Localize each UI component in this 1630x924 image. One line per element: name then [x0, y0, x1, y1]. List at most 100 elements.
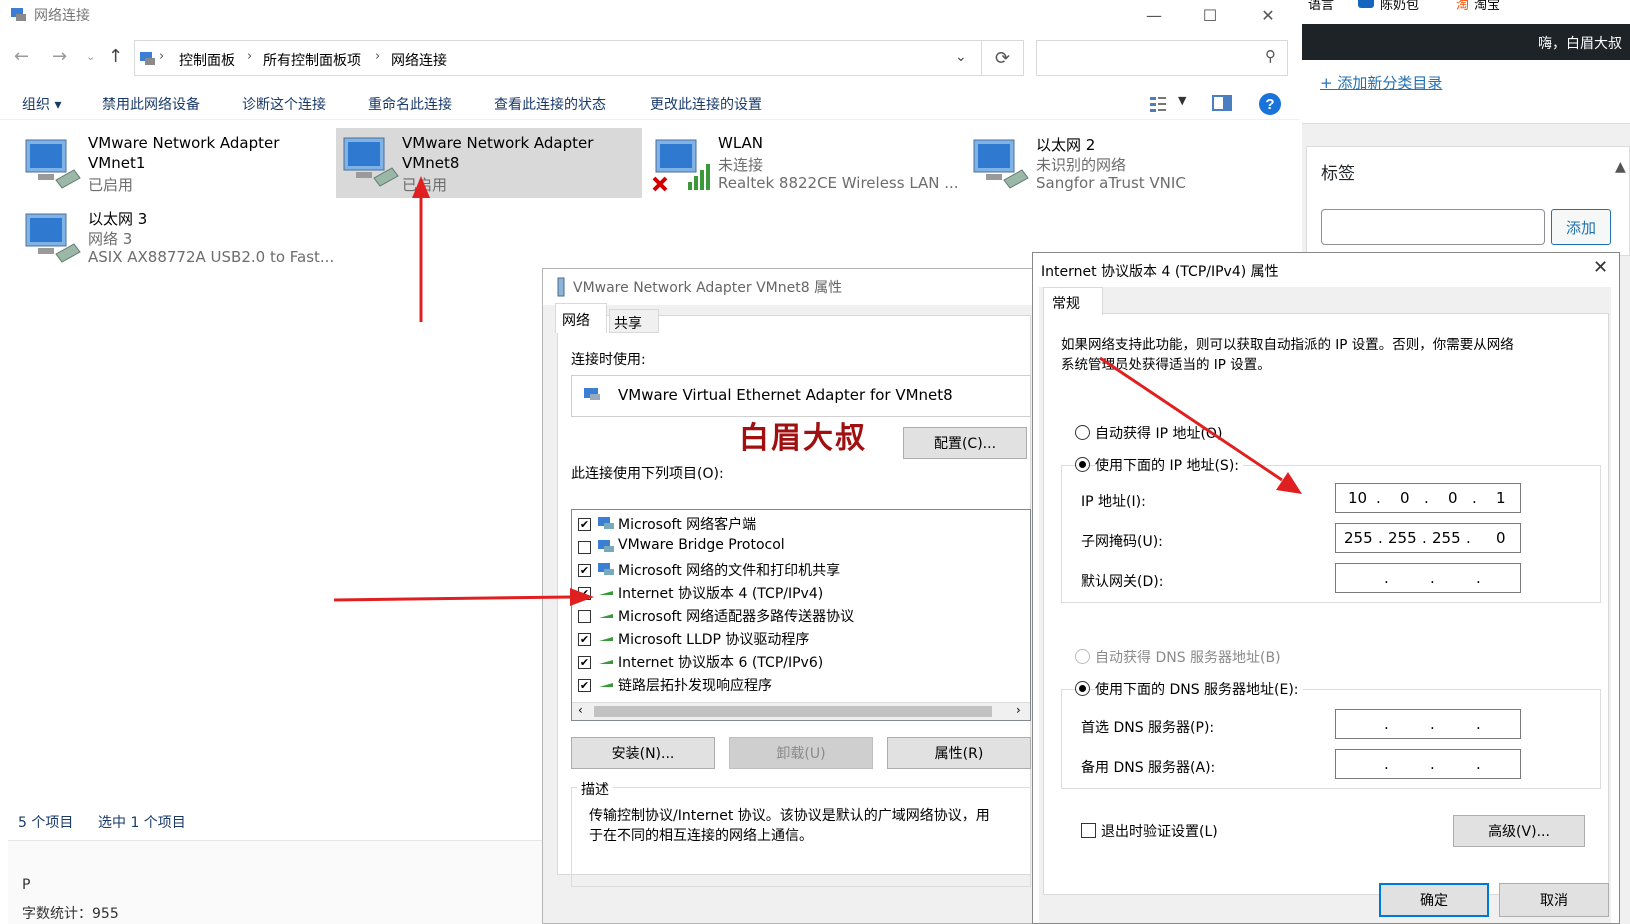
alternate-dns-input[interactable]: ...: [1335, 749, 1521, 779]
protocol-icon: [599, 591, 613, 595]
connection-ethernet2[interactable]: 以太网 2 未识别的网络 Sangfor aTrust VNIC: [970, 130, 1280, 200]
list-item[interactable]: ✔ Internet 协议版本 6 (TCP/IPv6): [578, 650, 1018, 674]
bookmark-item[interactable]: 淘宝: [1474, 0, 1500, 13]
collapse-chevron-icon[interactable]: ▲: [1615, 159, 1626, 175]
checkbox[interactable]: ✔: [578, 564, 591, 577]
close-icon[interactable]: ✕: [1593, 257, 1608, 278]
change-settings-button[interactable]: 更改此连接的设置: [650, 94, 762, 114]
add-category-link[interactable]: + 添加新分类目录: [1320, 72, 1442, 93]
manual-dns-label[interactable]: 使用下面的 DNS 服务器地址(E):: [1095, 679, 1303, 699]
auto-ip-radio[interactable]: [1075, 425, 1090, 440]
protocol-list[interactable]: ✔ Microsoft 网络客户端 VMware Bridge Protocol …: [571, 509, 1031, 721]
dialog-title: Internet 协议版本 4 (TCP/IPv4) 属性: [1041, 264, 1279, 280]
help-icon[interactable]: ?: [1258, 92, 1282, 116]
address-dropdown-icon[interactable]: ⌄: [955, 49, 967, 65]
connection-wlan[interactable]: WLAN 未连接 Realtek 8822CE Wireless LAN ...: [652, 130, 962, 200]
checkbox[interactable]: ✔: [578, 587, 591, 600]
view-status-button[interactable]: 查看此连接的状态: [494, 94, 606, 114]
preview-pane-icon[interactable]: [1212, 94, 1232, 112]
search-input[interactable]: ⚲: [1036, 40, 1288, 76]
configure-button[interactable]: 配置(C)...: [903, 427, 1027, 459]
minimize-button[interactable]: —: [1132, 2, 1176, 28]
preferred-dns-input[interactable]: ...: [1335, 709, 1521, 739]
ip-octet: 1: [1496, 489, 1506, 507]
breadcrumb-all-items[interactable]: 所有控制面板项: [263, 50, 361, 70]
view-dropdown-icon[interactable]: ▼: [1178, 94, 1186, 107]
tab-general[interactable]: 常规: [1043, 287, 1103, 315]
forward-arrow-icon[interactable]: →: [52, 46, 67, 67]
description-title: 描述: [577, 779, 613, 799]
manual-ip-radio[interactable]: [1075, 457, 1090, 472]
up-arrow-icon[interactable]: ↑: [108, 46, 123, 67]
bookmark-item[interactable]: 陈奶包: [1380, 0, 1419, 13]
back-arrow-icon[interactable]: ←: [14, 46, 29, 67]
close-button[interactable]: ✕: [1246, 2, 1290, 28]
validate-label[interactable]: 退出时验证设置(L): [1101, 821, 1218, 841]
horizontal-scrollbar[interactable]: ‹ ›: [572, 702, 1030, 720]
list-item[interactable]: ✔ Microsoft LLDP 协议驱动程序: [578, 627, 1018, 651]
advanced-button[interactable]: 高级(V)...: [1453, 815, 1585, 847]
bookmark-item[interactable]: 语言: [1308, 0, 1334, 13]
bookmark-icon: [1358, 0, 1374, 8]
connection-vmnet1[interactable]: VMware Network Adapter VMnet1 已启用: [22, 130, 332, 200]
properties-button[interactable]: 属性(R): [887, 737, 1031, 769]
tag-input[interactable]: [1321, 209, 1545, 245]
auto-dns-label[interactable]: 自动获得 DNS 服务器地址(B): [1095, 647, 1281, 667]
connection-name-line2: VMnet8: [402, 154, 460, 172]
scrollbar-thumb[interactable]: [594, 706, 992, 717]
ip-address-input[interactable]: 10. 0. 0. 1: [1335, 483, 1521, 513]
checkbox[interactable]: [578, 610, 591, 623]
protocol-icon: [599, 660, 613, 664]
auto-dns-radio[interactable]: [1075, 649, 1090, 664]
validate-checkbox[interactable]: [1081, 823, 1096, 838]
checkbox[interactable]: ✔: [578, 679, 591, 692]
gateway-input[interactable]: ...: [1335, 563, 1521, 593]
breadcrumb-separator: ›: [375, 49, 381, 64]
list-item[interactable]: Microsoft 网络适配器多路传送器协议: [578, 604, 1018, 628]
taobao-icon: 淘: [1456, 0, 1470, 13]
breadcrumb-network-connections[interactable]: 网络连接: [391, 50, 447, 70]
auto-ip-label[interactable]: 自动获得 IP 地址(O): [1095, 423, 1222, 443]
manual-dns-radio[interactable]: [1075, 681, 1090, 696]
manual-ip-label[interactable]: 使用下面的 IP 地址(S):: [1095, 455, 1243, 475]
checkbox[interactable]: ✔: [578, 656, 591, 669]
organize-menu[interactable]: 组织 ▾: [22, 94, 61, 114]
view-options-icon[interactable]: [1148, 94, 1168, 114]
connection-vmnet8[interactable]: VMware Network Adapter VMnet8 已启用: [336, 128, 642, 198]
maximize-button[interactable]: ☐: [1188, 2, 1232, 28]
item-count: 5 个项目: [18, 815, 74, 831]
tab-sharing[interactable]: 共享: [609, 309, 659, 333]
install-button[interactable]: 安装(N)...: [571, 737, 715, 769]
refresh-button[interactable]: ⟳: [982, 40, 1024, 76]
network-adapter-icon: [343, 137, 399, 187]
disable-device-button[interactable]: 禁用此网络设备: [102, 94, 200, 114]
connection-ethernet3[interactable]: 以太网 3 网络 3 ASIX AX88772A USB2.0 to Fast.…: [22, 204, 334, 274]
list-item[interactable]: ✔ Microsoft 网络的文件和打印机共享: [578, 558, 1018, 582]
list-item[interactable]: VMware Bridge Protocol: [578, 535, 1018, 559]
list-item[interactable]: ✔ Internet 协议版本 4 (TCP/IPv4): [578, 581, 1018, 605]
recent-chevron-icon[interactable]: ⌄: [86, 50, 95, 63]
mask-octet: 255: [1388, 529, 1417, 547]
protocol-icon: [599, 614, 613, 618]
tab-network[interactable]: 网络: [555, 303, 607, 333]
subnet-mask-input[interactable]: 255. 255. 255. 0: [1335, 523, 1521, 553]
add-tag-button[interactable]: 添加: [1551, 209, 1611, 245]
connection-device: Sangfor aTrust VNIC: [1036, 174, 1186, 192]
protocol-icon: [599, 683, 613, 687]
uninstall-button[interactable]: 卸载(U): [729, 737, 873, 769]
ok-button[interactable]: 确定: [1379, 883, 1489, 917]
breadcrumb-control-panel[interactable]: 控制面板: [179, 50, 235, 70]
rename-button[interactable]: 重命名此连接: [368, 94, 452, 114]
list-item[interactable]: ✔ Microsoft 网络客户端: [578, 512, 1018, 536]
cancel-button[interactable]: 取消: [1499, 883, 1609, 917]
diagnose-button[interactable]: 诊断这个连接: [242, 94, 326, 114]
description-line1: 传输控制协议/Internet 协议。该协议是默认的广域网络协议，用: [589, 808, 990, 824]
address-bar[interactable]: › 控制面板 › 所有控制面板项 › 网络连接 ⌄: [134, 40, 982, 76]
greeting[interactable]: 嗨，白眉大叔: [1538, 33, 1622, 53]
checkbox[interactable]: [578, 541, 591, 554]
scroll-right-icon[interactable]: ›: [1016, 703, 1021, 717]
list-item[interactable]: ✔ 链路层拓扑发现响应程序: [578, 673, 1018, 697]
scroll-left-icon[interactable]: ‹: [578, 703, 583, 717]
checkbox[interactable]: ✔: [578, 633, 591, 646]
checkbox[interactable]: ✔: [578, 518, 591, 531]
